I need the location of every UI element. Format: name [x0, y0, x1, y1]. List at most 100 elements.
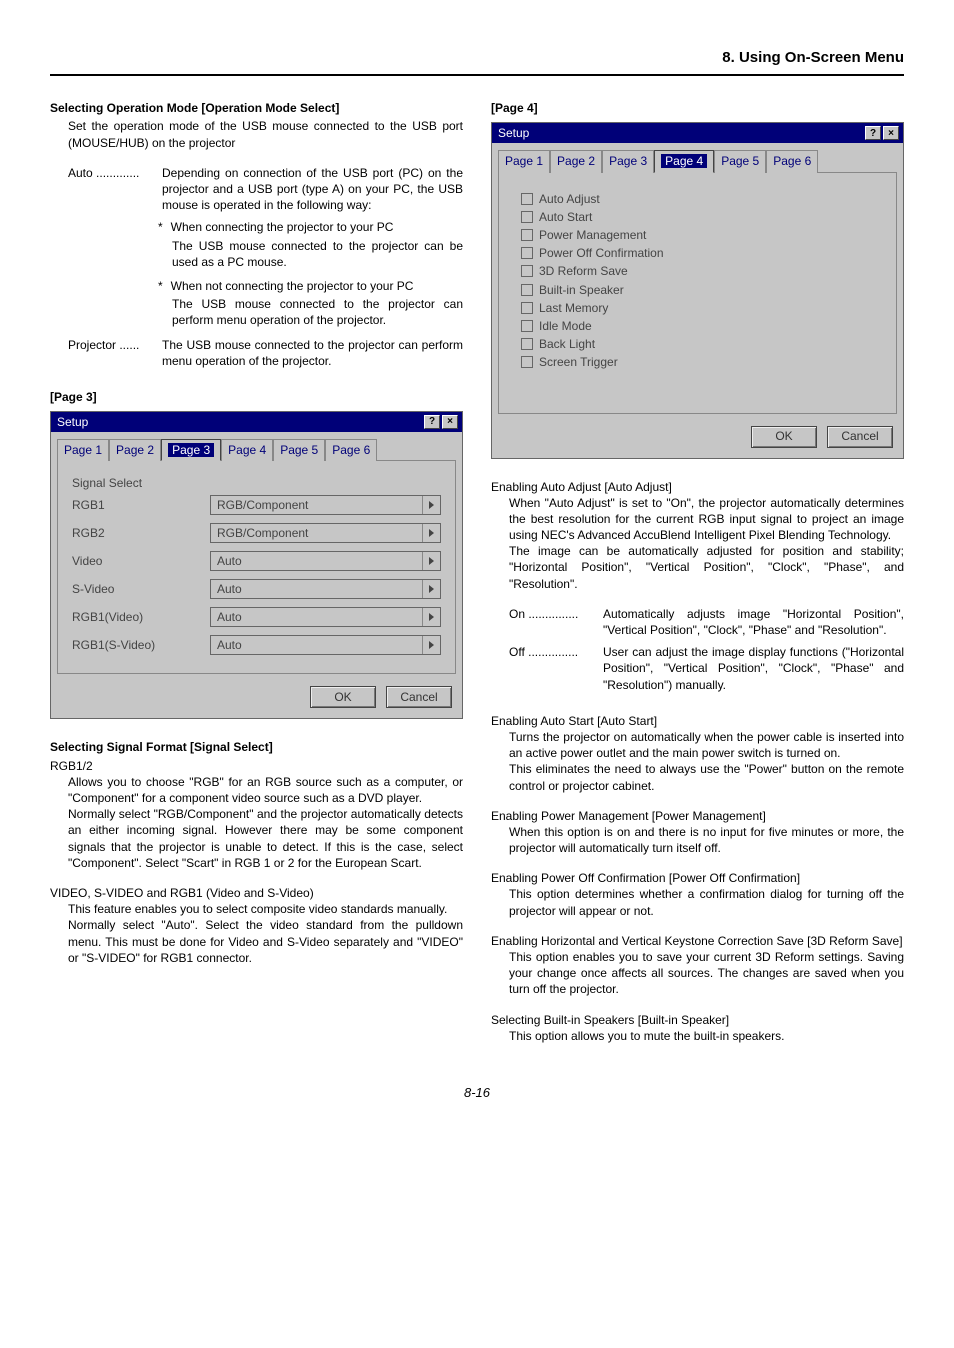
- def-on: On ............... Automatically adjusts…: [491, 606, 904, 638]
- body-projector: The USB mouse connected to the projector…: [162, 337, 463, 369]
- select-rgb1[interactable]: RGB/Component: [210, 495, 441, 515]
- term-projector: Projector ......: [68, 337, 162, 369]
- bullet-star-icon: *: [158, 278, 163, 294]
- row-rgb2: RGB2 RGB/Component: [72, 523, 441, 543]
- checkbox-auto-start[interactable]: [521, 211, 533, 223]
- row-rgb1svideo: RGB1(S-Video) Auto: [72, 635, 441, 655]
- tab-page3[interactable]: Page 3: [161, 439, 221, 461]
- select-video[interactable]: Auto: [210, 551, 441, 571]
- setup-dialog-page3: Setup ? × Page 1 Page 2 Page 3 Page 4 Pa…: [50, 411, 463, 719]
- para-operation-mode: Set the operation mode of the USB mouse …: [50, 118, 463, 150]
- ok-button[interactable]: OK: [310, 686, 376, 708]
- def-auto: Auto ............. Depending on connecti…: [50, 165, 463, 214]
- row-rgb1: RGB1 RGB/Component: [72, 495, 441, 515]
- row-rgb1video: RGB1(Video) Auto: [72, 607, 441, 627]
- def-projector: Projector ...... The USB mouse connected…: [50, 337, 463, 369]
- tab-content: Signal Select RGB1 RGB/Component RGB2 RG…: [57, 460, 456, 674]
- bullet2: When not connecting the projector to you…: [171, 278, 414, 294]
- para-composite: This feature enables you to select compo…: [50, 901, 463, 917]
- term-on: On ...............: [509, 606, 603, 638]
- heading-auto-adjust: Enabling Auto Adjust [Auto Adjust]: [491, 479, 904, 495]
- bullet1-body: The USB mouse connected to the projector…: [158, 238, 463, 270]
- label-video: Video: [72, 553, 202, 569]
- tab-page1[interactable]: Page 1: [498, 150, 550, 172]
- tab-page2[interactable]: Page 2: [109, 439, 161, 461]
- tab-page6[interactable]: Page 6: [766, 150, 818, 172]
- left-column: Selecting Operation Mode [Operation Mode…: [50, 100, 463, 1044]
- close-button[interactable]: ×: [883, 126, 899, 140]
- checkbox-screen-trigger[interactable]: [521, 356, 533, 368]
- tab-page5[interactable]: Page 5: [273, 439, 325, 461]
- page3-label: [Page 3]: [50, 389, 463, 405]
- help-button[interactable]: ?: [865, 126, 881, 140]
- cancel-button[interactable]: Cancel: [386, 686, 452, 708]
- dropdown-arrow-icon: [422, 496, 440, 514]
- check-label: Idle Mode: [539, 318, 592, 334]
- checkbox-idle-mode[interactable]: [521, 320, 533, 332]
- heading-power-mgmt: Enabling Power Management [Power Managem…: [491, 808, 904, 824]
- tab-page2[interactable]: Page 2: [550, 150, 602, 172]
- select-rgb1svideo[interactable]: Auto: [210, 635, 441, 655]
- checkbox-3d-reform-save[interactable]: [521, 265, 533, 277]
- row-video: Video Auto: [72, 551, 441, 571]
- help-button[interactable]: ?: [424, 415, 440, 429]
- label-svideo: S-Video: [72, 581, 202, 597]
- dialog-title: Setup: [496, 125, 863, 141]
- checkbox-power-off-confirmation[interactable]: [521, 247, 533, 259]
- para-auto-select: Normally select "Auto". Select the video…: [50, 917, 463, 966]
- ok-button[interactable]: OK: [751, 426, 817, 448]
- heading-signal-select: Selecting Signal Format [Signal Select]: [50, 739, 463, 755]
- select-svideo[interactable]: Auto: [210, 579, 441, 599]
- check-label: Built-in Speaker: [539, 282, 624, 298]
- heading-operation-mode: Selecting Operation Mode [Operation Mode…: [50, 100, 463, 116]
- heading-power-off-confirm: Enabling Power Off Confirmation [Power O…: [491, 870, 904, 886]
- dialog-titlebar: Setup ? ×: [492, 123, 903, 143]
- label-rgb2: RGB2: [72, 525, 202, 541]
- para-rgb-component: Normally select "RGB/Component" and the …: [50, 806, 463, 871]
- tab-page3[interactable]: Page 3: [602, 150, 654, 172]
- dialog-tabs: Page 1 Page 2 Page 3 Page 4 Page 5 Page …: [492, 143, 903, 171]
- tab-page5[interactable]: Page 5: [714, 150, 766, 172]
- close-button[interactable]: ×: [442, 415, 458, 429]
- tab-page1[interactable]: Page 1: [57, 439, 109, 461]
- term-off: Off ...............: [509, 644, 603, 693]
- cancel-button[interactable]: Cancel: [827, 426, 893, 448]
- bullet-group: * When connecting the projector to your …: [50, 219, 463, 328]
- para-rgb: Allows you to choose "RGB" for an RGB so…: [50, 774, 463, 806]
- heading-auto-start: Enabling Auto Start [Auto Start]: [491, 713, 904, 729]
- dialog-buttons: OK Cancel: [51, 680, 462, 718]
- dropdown-arrow-icon: [422, 552, 440, 570]
- checkbox-list: Auto Adjust Auto Start Power Management …: [513, 187, 882, 383]
- dropdown-arrow-icon: [422, 580, 440, 598]
- checkbox-auto-adjust[interactable]: [521, 193, 533, 205]
- dropdown-arrow-icon: [422, 636, 440, 654]
- tab-page6[interactable]: Page 6: [325, 439, 377, 461]
- check-label: Screen Trigger: [539, 354, 618, 370]
- tab-page4[interactable]: Page 4: [221, 439, 273, 461]
- body-off: User can adjust the image display functi…: [603, 644, 904, 693]
- para-power-off-confirm: This option determines whether a confirm…: [491, 886, 904, 918]
- tab-page4[interactable]: Page 4: [654, 150, 714, 172]
- section-header: 8. Using On-Screen Menu: [50, 48, 904, 76]
- checkbox-last-memory[interactable]: [521, 302, 533, 314]
- check-label: Power Off Confirmation: [539, 245, 664, 261]
- checkbox-builtin-speaker[interactable]: [521, 284, 533, 296]
- bullet2-body: The USB mouse connected to the projector…: [158, 296, 463, 328]
- select-rgb1video[interactable]: Auto: [210, 607, 441, 627]
- subheading-rgb12: RGB1/2: [50, 758, 463, 774]
- page4-label: [Page 4]: [491, 100, 904, 116]
- bullet-star-icon: *: [158, 219, 163, 235]
- tab-content: Auto Adjust Auto Start Power Management …: [498, 172, 897, 414]
- select-rgb2[interactable]: RGB/Component: [210, 523, 441, 543]
- def-off: Off ............... User can adjust the …: [491, 644, 904, 693]
- checkbox-back-light[interactable]: [521, 338, 533, 350]
- body-auto: Depending on connection of the USB port …: [162, 165, 463, 214]
- label-rgb1video: RGB1(Video): [72, 609, 202, 625]
- checkbox-power-management[interactable]: [521, 229, 533, 241]
- dialog-tabs: Page 1 Page 2 Page 3 Page 4 Page 5 Page …: [51, 432, 462, 460]
- dropdown-arrow-icon: [422, 608, 440, 626]
- label-rgb1: RGB1: [72, 497, 202, 513]
- check-label: Last Memory: [539, 300, 608, 316]
- dialog-buttons: OK Cancel: [492, 420, 903, 458]
- check-label: 3D Reform Save: [539, 263, 628, 279]
